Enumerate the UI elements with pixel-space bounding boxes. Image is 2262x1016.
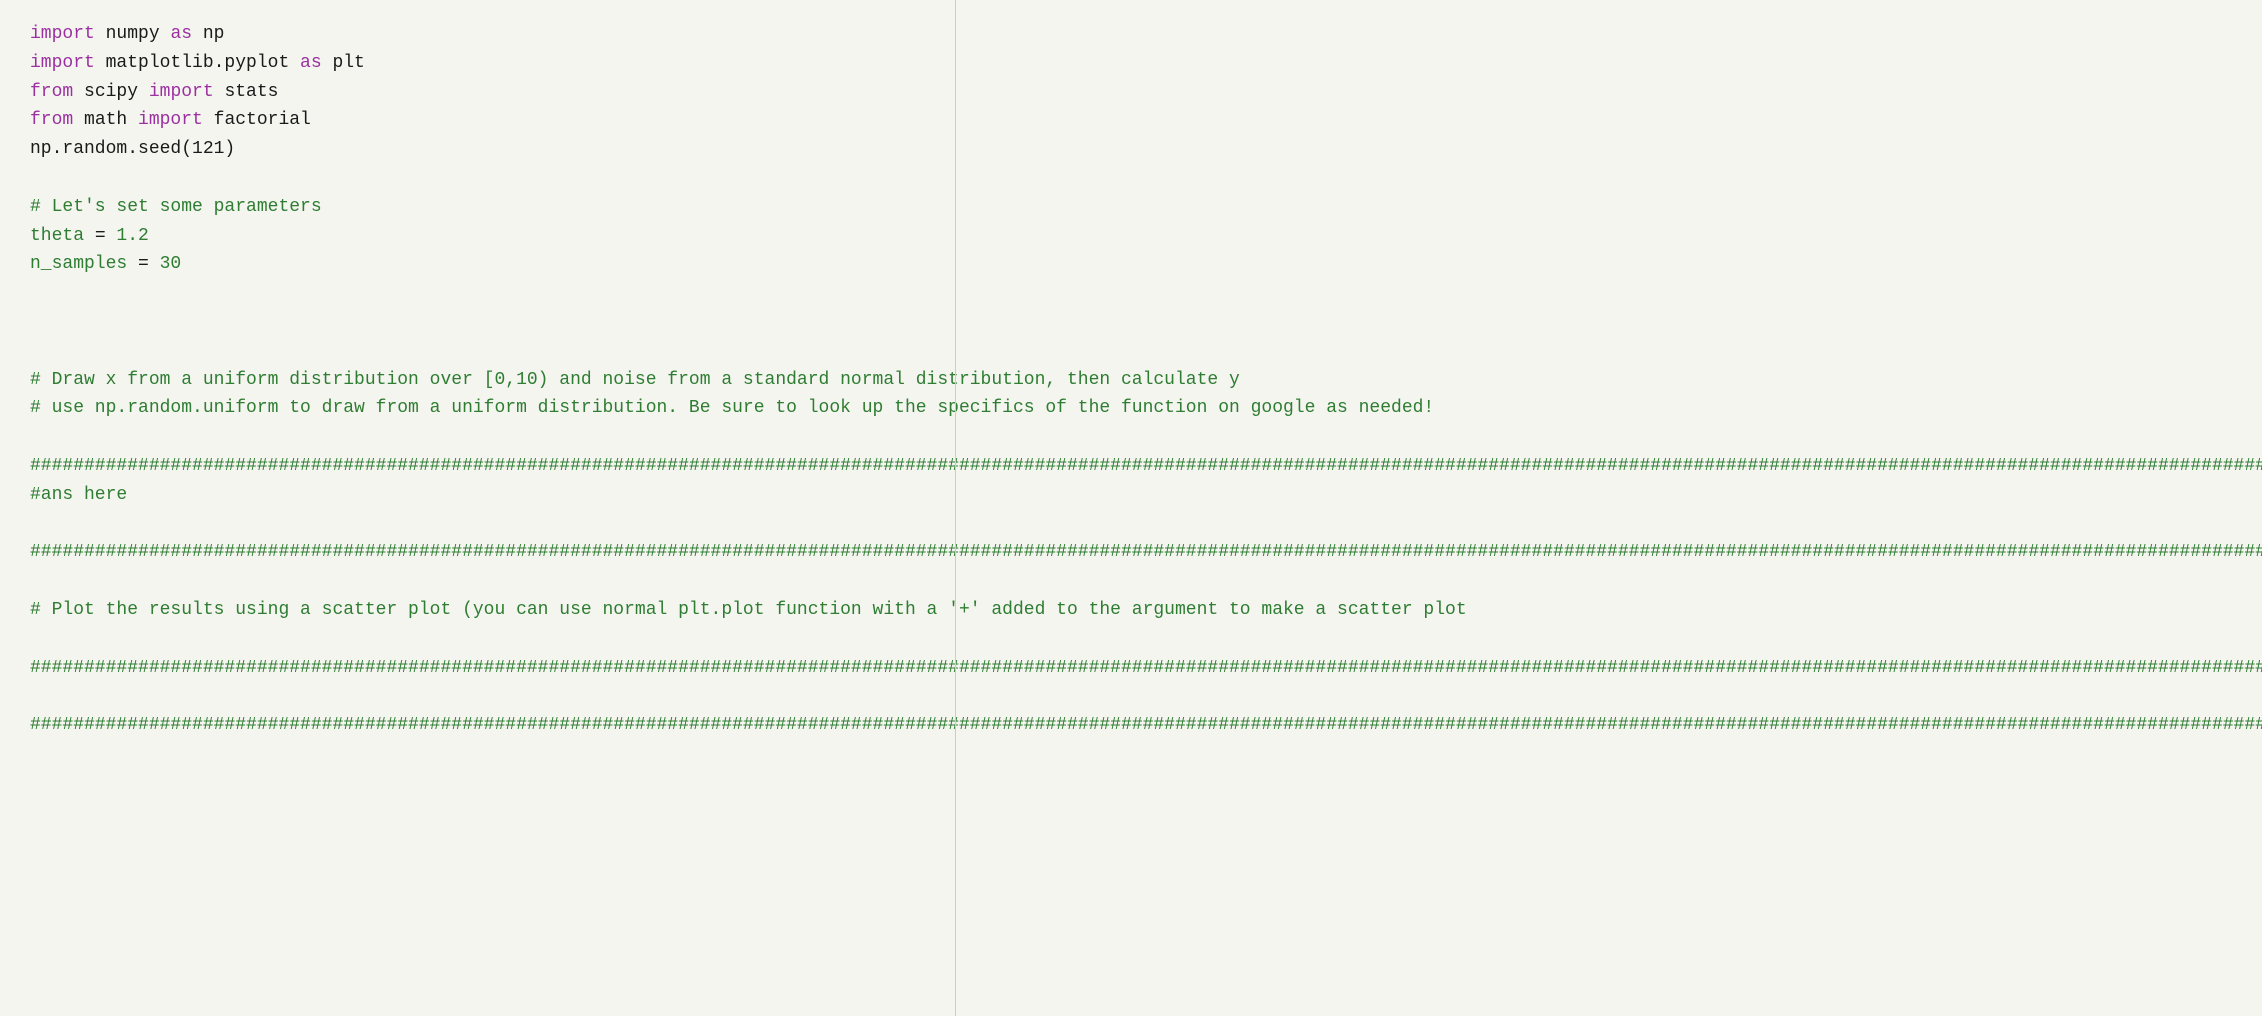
vertical-divider [955, 0, 956, 1016]
keyword-from-2: from [30, 110, 73, 130]
code-text: = [127, 254, 159, 274]
code-line-plot-comment: # Plot the results using a scatter plot … [30, 596, 2232, 625]
code-line-empty-3 [30, 308, 2232, 337]
code-line-13: # Draw x from a uniform distribution ove… [30, 366, 2232, 395]
code-text: numpy [95, 24, 171, 44]
keyword-import-1: import [30, 24, 95, 44]
comment-plot: # Plot the results using a scatter plot … [30, 600, 1467, 620]
separator-line-4: ########################################… [30, 715, 2262, 735]
code-text: np.random.seed(121) [30, 139, 235, 159]
comment-text: # Let's set some parameters [30, 197, 322, 217]
code-line-separator-2: ########################################… [30, 538, 2232, 567]
separator-line-1: ########################################… [30, 456, 2262, 476]
keyword-as-2: as [300, 53, 322, 73]
keyword-import-4: import [138, 110, 203, 130]
comment-draw-x: # Draw x from a uniform distribution ove… [30, 370, 1240, 390]
keyword-import-3: import [149, 82, 214, 102]
code-line-2: import matplotlib.pyplot as plt [30, 49, 2232, 78]
code-text: math [73, 110, 138, 130]
separator-line-2: ########################################… [30, 542, 2262, 562]
code-line-3: from scipy import stats [30, 78, 2232, 107]
comment-ans: #ans here [30, 485, 127, 505]
code-text: stats [214, 82, 279, 102]
code-line-4: from math import factorial [30, 106, 2232, 135]
code-text: plt [322, 53, 365, 73]
code-line-separator-3: ########################################… [30, 654, 2232, 683]
code-text: factorial [203, 110, 311, 130]
code-line-separator-1: ########################################… [30, 452, 2232, 481]
code-line-1: import numpy as np [30, 20, 2232, 49]
var-nsamples: n_samples [30, 254, 127, 274]
code-line-empty-5 [30, 423, 2232, 452]
val-nsamples: 30 [160, 254, 182, 274]
keyword-from-1: from [30, 82, 73, 102]
separator-line-3: ########################################… [30, 658, 2262, 678]
code-line-empty-1 [30, 164, 2232, 193]
code-line-separator-4: ########################################… [30, 711, 2232, 740]
keyword-as-1: as [170, 24, 192, 44]
var-theta: theta [30, 226, 84, 246]
code-line-9: n_samples = 30 [30, 250, 2232, 279]
code-text: scipy [73, 82, 149, 102]
code-line-empty-8 [30, 625, 2232, 654]
code-line-empty-7 [30, 567, 2232, 596]
code-line-empty-9 [30, 682, 2232, 711]
keyword-import-2: import [30, 53, 95, 73]
code-text: matplotlib.pyplot [95, 53, 300, 73]
code-line-empty-2 [30, 279, 2232, 308]
code-line-14: # use np.random.uniform to draw from a u… [30, 394, 2232, 423]
comment-use-np: # use np.random.uniform to draw from a u… [30, 398, 1434, 418]
code-line-ans: #ans here [30, 481, 2232, 510]
code-text: = [84, 226, 116, 246]
val-theta: 1.2 [116, 226, 148, 246]
code-line-empty-4 [30, 337, 2232, 366]
code-line-5: np.random.seed(121) [30, 135, 2232, 164]
code-line-empty-6 [30, 510, 2232, 539]
code-line-7: # Let's set some parameters [30, 193, 2232, 222]
code-line-8: theta = 1.2 [30, 222, 2232, 251]
code-editor: import numpy as np import matplotlib.pyp… [0, 0, 2262, 1016]
code-text: np [192, 24, 224, 44]
